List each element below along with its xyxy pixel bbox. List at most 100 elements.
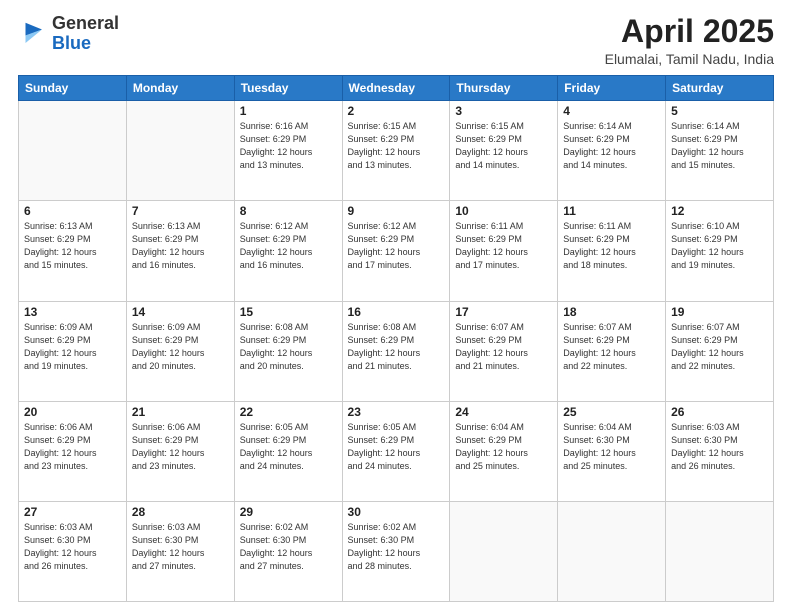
day-info: Sunrise: 6:05 AM Sunset: 6:29 PM Dayligh… <box>348 421 445 473</box>
logo-general: General <box>52 13 119 33</box>
col-header-friday: Friday <box>558 76 666 101</box>
day-cell: 28 Sunrise: 6:03 AM Sunset: 6:30 PM Dayli… <box>126 501 234 601</box>
day-cell: 17 Sunrise: 6:07 AM Sunset: 6:29 PM Dayli… <box>450 301 558 401</box>
day-number: 4 <box>563 104 660 118</box>
day-cell <box>126 101 234 201</box>
day-info: Sunrise: 6:07 AM Sunset: 6:29 PM Dayligh… <box>671 321 768 373</box>
day-info: Sunrise: 6:06 AM Sunset: 6:29 PM Dayligh… <box>132 421 229 473</box>
day-cell: 10Sunrise: 6:11 AM Sunset: 6:29 PM Dayli… <box>450 201 558 301</box>
col-header-sunday: Sunday <box>19 76 127 101</box>
title-block: April 2025 Elumalai, Tamil Nadu, India <box>605 14 774 67</box>
day-info: Sunrise: 6:04 AM Sunset: 6:29 PM Dayligh… <box>455 421 552 473</box>
day-number: 2 <box>348 104 445 118</box>
day-cell <box>558 501 666 601</box>
day-cell: 1Sunrise: 6:16 AM Sunset: 6:29 PM Daylig… <box>234 101 342 201</box>
day-cell: 23 Sunrise: 6:05 AM Sunset: 6:29 PM Dayli… <box>342 401 450 501</box>
day-cell: 12 Sunrise: 6:10 AM Sunset: 6:29 PM Dayli… <box>666 201 774 301</box>
day-number: 28 <box>132 505 229 519</box>
day-cell <box>450 501 558 601</box>
day-info: Sunrise: 6:11 AM Sunset: 6:29 PM Dayligh… <box>563 220 660 272</box>
day-number: 6 <box>24 204 121 218</box>
day-info: Sunrise: 6:09 AM Sunset: 6:29 PM Dayligh… <box>24 321 121 373</box>
day-cell: 24 Sunrise: 6:04 AM Sunset: 6:29 PM Dayli… <box>450 401 558 501</box>
day-info: Sunrise: 6:16 AM Sunset: 6:29 PM Dayligh… <box>240 120 337 172</box>
day-info: Sunrise: 6:04 AM Sunset: 6:30 PM Dayligh… <box>563 421 660 473</box>
day-number: 24 <box>455 405 552 419</box>
day-cell: 14 Sunrise: 6:09 AM Sunset: 6:29 PM Dayli… <box>126 301 234 401</box>
day-info: Sunrise: 6:10 AM Sunset: 6:29 PM Dayligh… <box>671 220 768 272</box>
day-cell: 26 Sunrise: 6:03 AM Sunset: 6:30 PM Dayli… <box>666 401 774 501</box>
day-number: 8 <box>240 204 337 218</box>
col-header-tuesday: Tuesday <box>234 76 342 101</box>
day-cell: 11 Sunrise: 6:11 AM Sunset: 6:29 PM Dayli… <box>558 201 666 301</box>
day-number: 30 <box>348 505 445 519</box>
week-row-3: 13 Sunrise: 6:09 AM Sunset: 6:29 PM Dayli… <box>19 301 774 401</box>
day-info: Sunrise: 6:08 AM Sunset: 6:29 PM Dayligh… <box>240 321 337 373</box>
day-info: Sunrise: 6:03 AM Sunset: 6:30 PM Dayligh… <box>671 421 768 473</box>
day-info: Sunrise: 6:15 AM Sunset: 6:29 PM Dayligh… <box>455 120 552 172</box>
day-number: 20 <box>24 405 121 419</box>
day-number: 22 <box>240 405 337 419</box>
day-cell: 18 Sunrise: 6:07 AM Sunset: 6:29 PM Dayli… <box>558 301 666 401</box>
day-info: Sunrise: 6:03 AM Sunset: 6:30 PM Dayligh… <box>24 521 121 573</box>
day-info: Sunrise: 6:12 AM Sunset: 6:29 PM Dayligh… <box>240 220 337 272</box>
col-header-thursday: Thursday <box>450 76 558 101</box>
day-number: 13 <box>24 305 121 319</box>
day-number: 26 <box>671 405 768 419</box>
day-info: Sunrise: 6:06 AM Sunset: 6:29 PM Dayligh… <box>24 421 121 473</box>
day-info: Sunrise: 6:02 AM Sunset: 6:30 PM Dayligh… <box>240 521 337 573</box>
logo-blue: Blue <box>52 33 91 53</box>
day-number: 11 <box>563 204 660 218</box>
week-row-4: 20 Sunrise: 6:06 AM Sunset: 6:29 PM Dayli… <box>19 401 774 501</box>
day-number: 23 <box>348 405 445 419</box>
day-info: Sunrise: 6:12 AM Sunset: 6:29 PM Dayligh… <box>348 220 445 272</box>
col-header-monday: Monday <box>126 76 234 101</box>
day-cell: 5Sunrise: 6:14 AM Sunset: 6:29 PM Daylig… <box>666 101 774 201</box>
day-info: Sunrise: 6:07 AM Sunset: 6:29 PM Dayligh… <box>563 321 660 373</box>
day-number: 3 <box>455 104 552 118</box>
day-cell: 7 Sunrise: 6:13 AM Sunset: 6:29 PM Daylig… <box>126 201 234 301</box>
day-cell: 6Sunrise: 6:13 AM Sunset: 6:29 PM Daylig… <box>19 201 127 301</box>
day-info: Sunrise: 6:03 AM Sunset: 6:30 PM Dayligh… <box>132 521 229 573</box>
day-cell: 3 Sunrise: 6:15 AM Sunset: 6:29 PM Daylig… <box>450 101 558 201</box>
day-number: 17 <box>455 305 552 319</box>
col-header-saturday: Saturday <box>666 76 774 101</box>
day-number: 19 <box>671 305 768 319</box>
day-number: 25 <box>563 405 660 419</box>
day-info: Sunrise: 6:07 AM Sunset: 6:29 PM Dayligh… <box>455 321 552 373</box>
day-number: 27 <box>24 505 121 519</box>
logo-icon <box>18 19 48 49</box>
day-info: Sunrise: 6:14 AM Sunset: 6:29 PM Dayligh… <box>563 120 660 172</box>
day-number: 18 <box>563 305 660 319</box>
day-cell: 8 Sunrise: 6:12 AM Sunset: 6:29 PM Daylig… <box>234 201 342 301</box>
day-number: 12 <box>671 204 768 218</box>
day-cell: 27 Sunrise: 6:03 AM Sunset: 6:30 PM Dayli… <box>19 501 127 601</box>
day-number: 9 <box>348 204 445 218</box>
day-cell: 2 Sunrise: 6:15 AM Sunset: 6:29 PM Daylig… <box>342 101 450 201</box>
day-info: Sunrise: 6:13 AM Sunset: 6:29 PM Dayligh… <box>132 220 229 272</box>
day-number: 14 <box>132 305 229 319</box>
day-number: 15 <box>240 305 337 319</box>
day-info: Sunrise: 6:08 AM Sunset: 6:29 PM Dayligh… <box>348 321 445 373</box>
week-row-5: 27 Sunrise: 6:03 AM Sunset: 6:30 PM Dayli… <box>19 501 774 601</box>
day-info: Sunrise: 6:09 AM Sunset: 6:29 PM Dayligh… <box>132 321 229 373</box>
day-info: Sunrise: 6:15 AM Sunset: 6:29 PM Dayligh… <box>348 120 445 172</box>
day-number: 5 <box>671 104 768 118</box>
day-cell: 13 Sunrise: 6:09 AM Sunset: 6:29 PM Dayli… <box>19 301 127 401</box>
calendar-subtitle: Elumalai, Tamil Nadu, India <box>605 51 774 67</box>
header: General Blue April 2025 Elumalai, Tamil … <box>18 14 774 67</box>
logo: General Blue <box>18 14 119 54</box>
day-info: Sunrise: 6:02 AM Sunset: 6:30 PM Dayligh… <box>348 521 445 573</box>
day-cell: 21Sunrise: 6:06 AM Sunset: 6:29 PM Dayli… <box>126 401 234 501</box>
day-cell <box>666 501 774 601</box>
calendar-table: SundayMondayTuesdayWednesdayThursdayFrid… <box>18 75 774 602</box>
page: General Blue April 2025 Elumalai, Tamil … <box>0 0 792 612</box>
day-cell: 16 Sunrise: 6:08 AM Sunset: 6:29 PM Dayli… <box>342 301 450 401</box>
day-number: 16 <box>348 305 445 319</box>
day-cell: 22Sunrise: 6:05 AM Sunset: 6:29 PM Dayli… <box>234 401 342 501</box>
day-number: 7 <box>132 204 229 218</box>
week-row-2: 6 Sunrise: 6:13 AM Sunset: 6:29 PM Daylig… <box>19 201 774 301</box>
day-cell: 25 Sunrise: 6:04 AM Sunset: 6:30 PM Dayli… <box>558 401 666 501</box>
week-row-1: 1Sunrise: 6:16 AM Sunset: 6:29 PM Daylig… <box>19 101 774 201</box>
day-cell: 20 Sunrise: 6:06 AM Sunset: 6:29 PM Dayli… <box>19 401 127 501</box>
